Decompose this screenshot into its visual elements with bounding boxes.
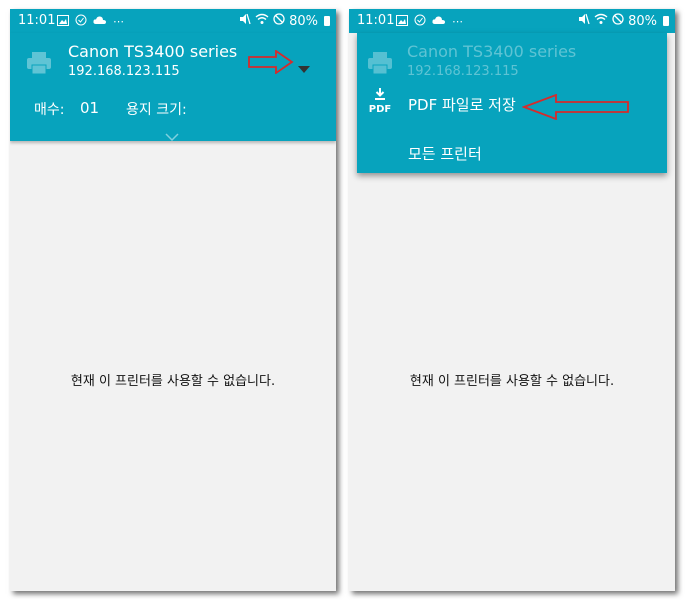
status-bar: 11:01 ⋯ 80% — [10, 9, 336, 33]
do-not-disturb-icon — [273, 13, 285, 29]
status-time: 11:01 — [18, 13, 56, 28]
battery-icon — [663, 16, 669, 26]
printer-unavailable-message: 현재 이 프린터를 사용할 수 없습니다. — [70, 374, 276, 389]
status-time: 11:01 — [357, 13, 395, 28]
printer-ip: 192.168.123.115 — [68, 64, 180, 79]
all-printers-item[interactable]: 모든 프린터 — [357, 133, 667, 171]
dropdown-arrow-icon[interactable] — [298, 66, 310, 73]
printer-name: Canon TS3400 series — [407, 42, 577, 61]
battery-percent: 80% — [628, 13, 657, 29]
more-notifications-icon: ⋯ — [113, 15, 124, 28]
paper-size-label[interactable]: 용지 크기: — [126, 99, 187, 119]
pdf-download-icon: PDF — [368, 85, 392, 115]
printer-dropdown-menu: Canon TS3400 series 192.168.123.115 PDF … — [357, 33, 667, 173]
more-notifications-icon: ⋯ — [452, 15, 463, 28]
phone-screen-left: 11:01 ⋯ 80% Canon TS3400 series 192.168.… — [10, 9, 336, 591]
mute-icon — [578, 13, 590, 29]
printer-name: Canon TS3400 series — [68, 42, 238, 61]
save-as-pdf-label: PDF 파일로 저장 — [408, 96, 516, 114]
printer-icon — [367, 51, 393, 79]
cloud-icon — [93, 15, 107, 29]
battery-icon — [324, 16, 330, 26]
do-not-disturb-icon — [612, 13, 624, 29]
check-circle-icon — [75, 14, 87, 30]
save-as-pdf-item[interactable]: PDF PDF 파일로 저장 — [357, 81, 667, 125]
gallery-icon — [57, 14, 69, 30]
copies-value[interactable]: 01 — [80, 99, 99, 117]
battery-percent: 80% — [289, 13, 318, 29]
printer-header: Canon TS3400 series 192.168.123.115 매수: … — [10, 33, 336, 142]
chevron-down-icon[interactable] — [165, 126, 179, 145]
gallery-icon — [396, 14, 408, 30]
phone-screen-right: 11:01 ⋯ 80% 현재 이 프린터를 사용할 수 없습니다. Canon … — [349, 9, 675, 591]
check-circle-icon — [414, 14, 426, 30]
wifi-icon — [255, 13, 269, 29]
mute-icon — [239, 13, 251, 29]
pdf-icon-text: PDF — [368, 104, 392, 115]
all-printers-label: 모든 프린터 — [408, 145, 482, 163]
printer-ip: 192.168.123.115 — [407, 64, 519, 79]
copies-label: 매수: — [34, 102, 65, 118]
wifi-icon — [594, 13, 608, 29]
printer-unavailable-message: 현재 이 프린터를 사용할 수 없습니다. — [409, 374, 615, 389]
cloud-icon — [432, 15, 446, 29]
printer-icon — [26, 51, 52, 79]
status-bar: 11:01 ⋯ 80% — [349, 9, 675, 33]
